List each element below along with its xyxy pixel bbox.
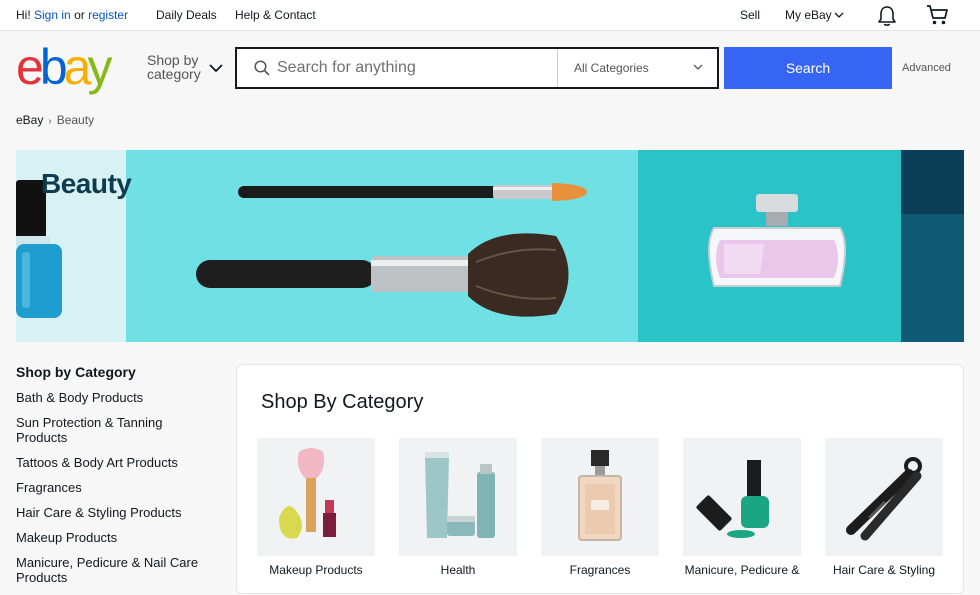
category-tile-health[interactable]: Health: [399, 438, 517, 577]
sidebar: Shop by Category Bath & Body Products Su…: [16, 364, 216, 595]
sidebar-item-sun-protection[interactable]: Sun Protection & Tanning Products: [16, 415, 206, 445]
top-navigation-bar: Hi! Sign in or register Daily Deals Help…: [0, 0, 980, 31]
shop-by-label: Shop by: [147, 52, 199, 68]
search-button[interactable]: Search: [724, 47, 892, 89]
greeting-text: Hi!: [16, 8, 31, 22]
eyeshadow-brush-image: [238, 183, 587, 201]
sidebar-item-tattoos[interactable]: Tattoos & Body Art Products: [16, 455, 206, 470]
notification-bell-icon[interactable]: [876, 5, 898, 27]
search-input[interactable]: [277, 58, 547, 78]
logo-letter-e: e: [16, 39, 44, 95]
tile-label: Hair Care & Styling: [832, 563, 936, 577]
chevron-down-icon: [834, 12, 844, 19]
breadcrumb: eBay › Beauty: [16, 113, 94, 127]
sidebar-item-hair-care[interactable]: Hair Care & Styling Products: [16, 505, 206, 520]
shop-by-category-panel: Shop By Category Makeup Products Health …: [236, 364, 964, 594]
logo-letter-y: y: [87, 39, 112, 95]
category-tile-manicure[interactable]: Manicure, Pedicure &: [683, 438, 801, 577]
banner-far-right-top: [901, 150, 964, 214]
sidebar-heading: Shop by Category: [16, 364, 136, 380]
help-contact-link[interactable]: Help & Contact: [235, 8, 316, 22]
search-bar: All Categories: [235, 47, 719, 89]
fragrance-bottle-image: [541, 438, 659, 556]
logo-letter-b: b: [39, 39, 68, 95]
sidebar-item-makeup[interactable]: Makeup Products: [16, 530, 206, 545]
breadcrumb-beauty: Beauty: [56, 113, 95, 127]
tile-label: Makeup Products: [269, 563, 363, 577]
my-ebay-label: My eBay: [785, 8, 832, 22]
sidebar-item-fragrances[interactable]: Fragrances: [16, 480, 206, 495]
daily-deals-link[interactable]: Daily Deals: [156, 8, 217, 22]
tile-label: Health: [440, 563, 476, 577]
hair-straightener-image: [825, 438, 943, 556]
greeting: Hi! Sign in or register: [16, 8, 128, 22]
sidebar-category-list: Bath & Body Products Sun Protection & Ta…: [16, 390, 216, 585]
category-tile-hair-care[interactable]: Hair Care & Styling: [825, 438, 943, 577]
sidebar-item-bath-body[interactable]: Bath & Body Products: [16, 390, 206, 405]
category-select[interactable]: All Categories: [574, 61, 649, 75]
powder-brush-image: [196, 233, 569, 317]
register-link[interactable]: register: [88, 8, 128, 22]
chevron-down-icon[interactable]: [209, 64, 223, 73]
banner-title: Beauty: [41, 168, 132, 199]
my-ebay-menu[interactable]: My eBay: [785, 8, 844, 22]
perfume-bottle-banner-image: [708, 194, 846, 287]
search-icon: [254, 60, 270, 76]
shop-by-category-button[interactable]: Shop by category: [147, 53, 201, 81]
beauty-banner: Beauty: [16, 150, 964, 342]
nail-polish-banner-image: [16, 180, 62, 318]
category-tile-fragrances[interactable]: Fragrances: [541, 438, 659, 577]
shopping-cart-icon[interactable]: [926, 4, 950, 26]
or-text: or: [74, 8, 85, 22]
category-label: category: [147, 66, 201, 82]
tile-label: Manicure, Pedicure &: [684, 563, 800, 577]
advanced-search-link[interactable]: Advanced: [902, 62, 951, 74]
sidebar-item-manicure[interactable]: Manicure, Pedicure & Nail Care Products: [16, 555, 206, 585]
divider: [557, 49, 558, 87]
chevron-right-icon: ›: [48, 116, 52, 127]
nail-polish-image: [683, 438, 801, 556]
ebay-logo[interactable]: ebay: [16, 39, 112, 95]
logo-letter-a: a: [63, 39, 92, 95]
panel-heading: Shop By Category: [261, 391, 424, 413]
makeup-products-image: [257, 438, 375, 556]
category-tile-makeup[interactable]: Makeup Products: [257, 438, 375, 577]
chevron-down-icon[interactable]: [693, 64, 703, 71]
header: ebay Shop by category All Categories Sea…: [0, 31, 980, 101]
sell-link[interactable]: Sell: [740, 8, 760, 22]
sign-in-link[interactable]: Sign in: [34, 8, 71, 22]
health-products-image: [399, 438, 517, 556]
breadcrumb-ebay[interactable]: eBay: [16, 113, 43, 127]
tile-label: Fragrances: [569, 563, 631, 577]
